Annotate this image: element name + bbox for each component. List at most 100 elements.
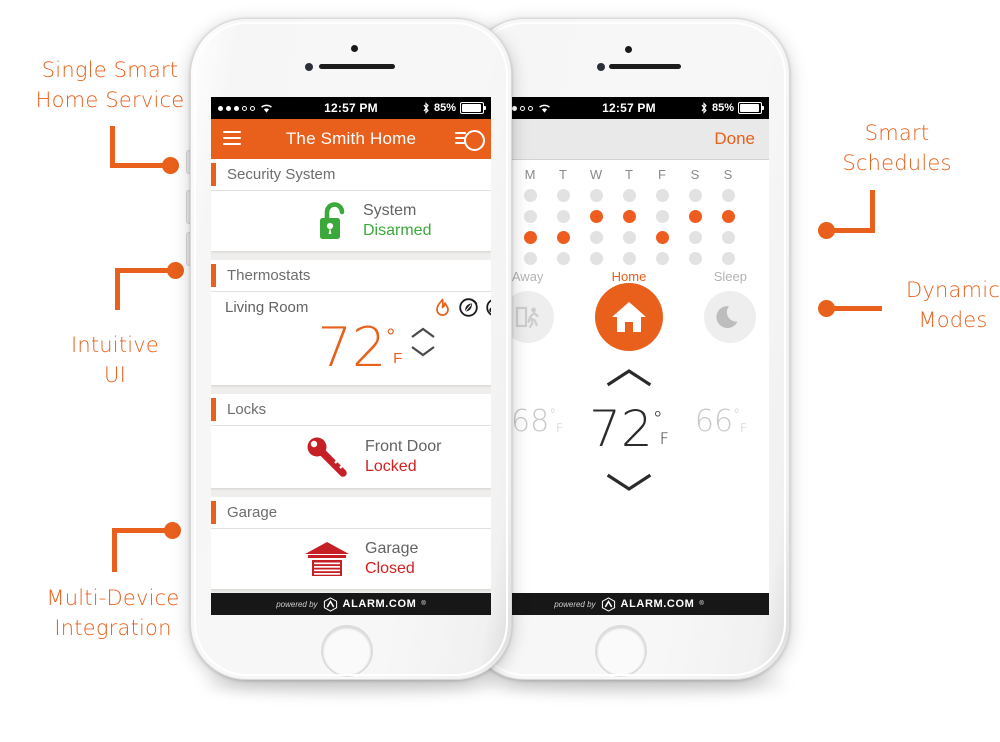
connector-single-smart-home-service [110,126,190,178]
house-icon [611,302,646,332]
schedule-dot[interactable] [655,210,669,223]
temperature-left[interactable]: 68 ° F [511,407,563,437]
day-header: T [625,167,633,182]
schedule-dot[interactable] [622,189,636,202]
temperature-right[interactable]: 66 ° F [695,407,747,437]
section-header-thermostats: Thermostats [211,260,491,292]
temp-value: 72 [317,316,387,379]
list-gap [211,252,491,260]
device-row-security-system[interactable]: System Disarmed [211,191,491,252]
device-row-thermostat[interactable]: Living Room 72 ° F [211,292,491,386]
schedule-dot[interactable] [688,252,702,265]
phone1-home-button[interactable] [321,625,373,677]
mode-label: Home [611,269,647,284]
mode-sleep[interactable]: Sleep [692,269,769,343]
schedule-dot[interactable] [655,189,669,202]
temp-unit: F [393,350,403,368]
schedule-dot[interactable] [556,252,570,265]
schedule-dot[interactable] [721,252,735,265]
schedule-dot[interactable] [523,231,537,244]
list-gap [211,489,491,497]
temp-increase-button[interactable] [606,367,652,392]
schedule-dot[interactable] [721,189,735,202]
annotation-multi-device-integration: Multi-Device Integration [46,586,180,640]
connector-smart-schedules [818,190,898,242]
schedule-grid: M T W T F S S [489,159,769,269]
screenshot-stage: Single Smart Home Service Intuitive UI M… [0,0,1000,742]
alarm-com-hexagon-logo [601,596,615,612]
wifi-icon [539,104,550,113]
schedule-dot[interactable] [622,210,636,223]
filter-settings-icon[interactable] [455,130,485,151]
done-button[interactable]: Done [714,129,769,149]
schedule-dot[interactable] [622,252,636,265]
phone2-earpiece-speaker [609,64,681,69]
status-badge: Disarmed [363,222,432,239]
schedule-column-fri[interactable]: F [653,167,672,265]
chevron-up-icon [606,369,652,387]
schedule-dot[interactable] [589,231,603,244]
page-title: The Smith Home [285,129,417,148]
temp-value: 68 [510,404,550,439]
phone1-proximity-sensor [351,45,358,52]
leaf-eco-icon[interactable] [459,297,478,317]
device-row-front-door-lock[interactable]: Front Door Locked [211,426,491,489]
schedule-dot[interactable] [721,231,735,244]
mode-icon-circle [594,283,663,351]
schedule-column-sun[interactable]: S [719,167,738,265]
schedule-dot[interactable] [655,252,669,265]
phone2-status-right: 85% [700,102,769,114]
phone2-home-button[interactable] [595,625,647,677]
phone1-earpiece-speaker [319,64,395,69]
temp-decrease-button[interactable] [606,473,652,498]
fan-icon[interactable] [486,298,491,317]
schedule-dot[interactable] [556,210,570,223]
schedule-dot[interactable] [688,189,702,202]
chevron-down-icon [606,473,652,491]
schedule-dot[interactable] [523,189,537,202]
schedule-dot[interactable] [721,210,735,223]
day-header: F [658,167,666,182]
temperature-stepper[interactable] [410,326,436,358]
schedule-column-tue[interactable]: T [554,167,573,265]
schedule-column-wed[interactable]: W [587,167,606,265]
mode-home[interactable]: Home [590,269,667,351]
schedule-dot[interactable] [523,252,537,265]
exit-running-person-icon [515,306,539,329]
powered-by-label: powered by [276,599,318,609]
temperature-readouts: 68 ° F 72 ° F 66 ° F [489,400,769,458]
annotation-single-smart-home-service: Single Smart Home Service [35,58,185,112]
day-header: T [559,167,567,182]
temp-value: 72 [589,400,653,458]
bluetooth-icon [701,102,707,114]
schedule-dot[interactable] [556,231,570,244]
schedule-column-thu[interactable]: T [620,167,639,265]
schedule-day-columns: M T W T F S S [489,159,769,265]
schedule-dot[interactable] [556,189,570,202]
temperature-main[interactable]: 72 ° F [589,400,669,458]
schedule-dot[interactable] [655,231,669,244]
schedule-column-mon[interactable]: M [521,167,540,265]
device-name: Front Door [365,438,442,456]
battery-icon [460,102,486,114]
phone1-navbar: The Smith Home [211,119,491,159]
device-row-garage-door[interactable]: Garage Closed [211,529,491,590]
schedule-dot[interactable] [589,189,603,202]
schedule-dot[interactable] [589,210,603,223]
flame-heat-icon[interactable] [434,298,451,317]
device-list[interactable]: Security System System Disarmed Thermost… [211,159,491,593]
section-accent-bar [211,264,216,287]
schedule-dot[interactable] [688,210,702,223]
chevron-up-icon[interactable] [410,326,436,339]
schedule-dot[interactable] [688,231,702,244]
day-header: S [723,167,733,182]
schedule-dot[interactable] [523,210,537,223]
schedule-dot[interactable] [622,231,636,244]
section-title: Locks [227,401,267,418]
schedule-dot[interactable] [589,252,603,265]
mode-label: Away [511,269,544,284]
degree-symbol: ° [549,407,557,423]
phone1-screen: 12:57 PM 85% The Smith Home Security Sys… [211,97,491,615]
schedule-column-sat[interactable]: S [686,167,705,265]
chevron-down-icon[interactable] [410,345,436,358]
